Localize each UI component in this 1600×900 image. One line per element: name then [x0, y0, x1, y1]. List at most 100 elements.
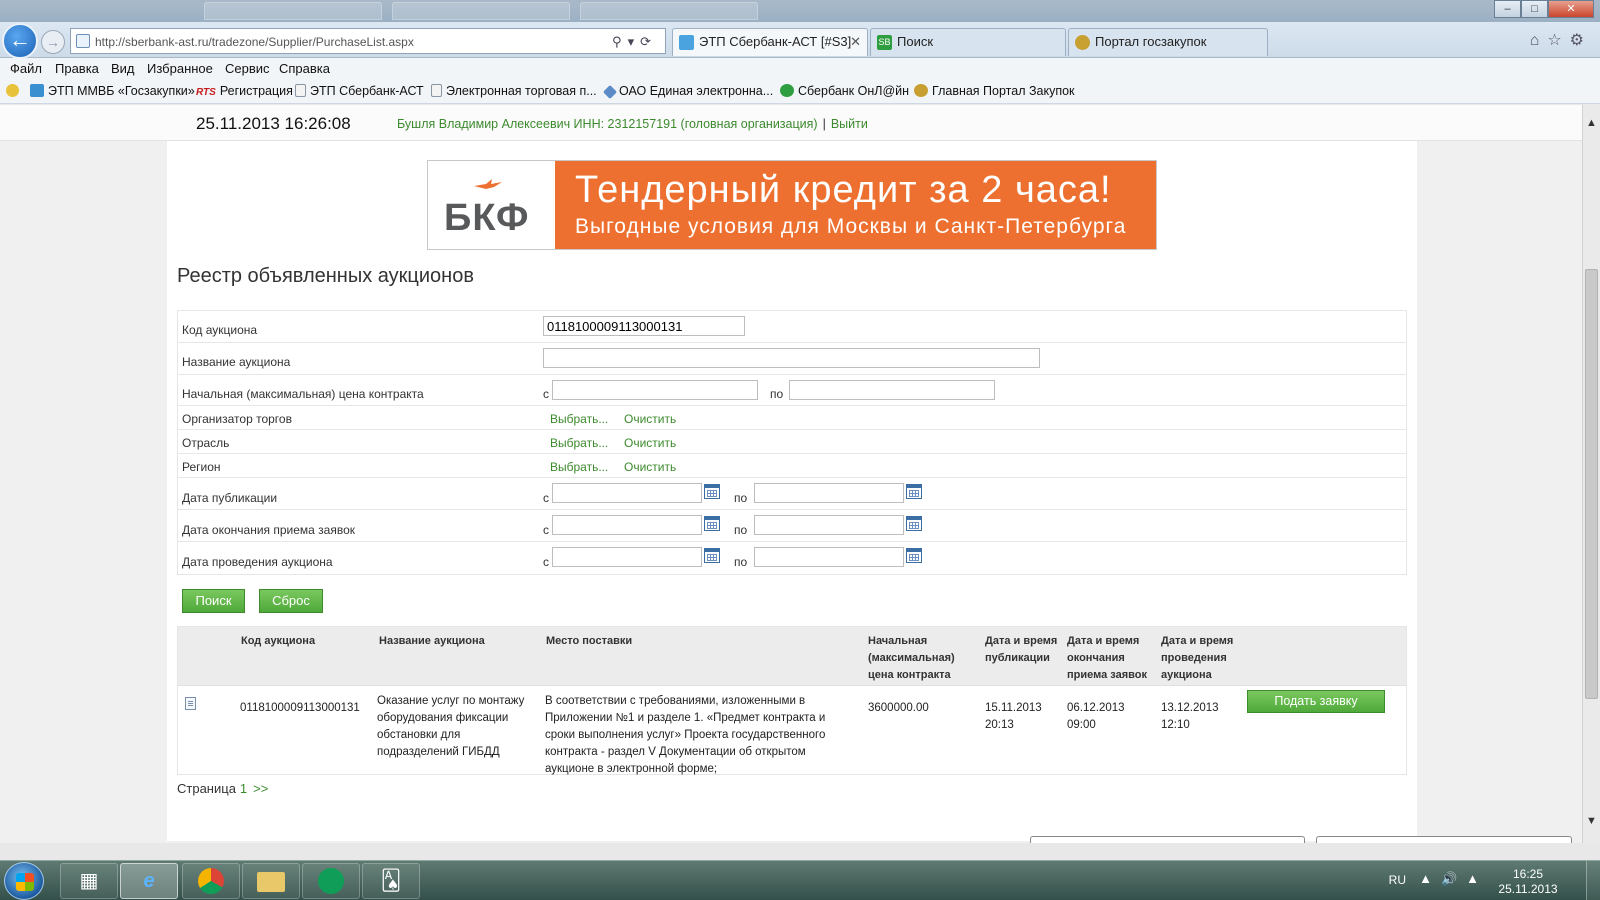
favorite-link[interactable]: Электронная торговая п... — [431, 84, 597, 98]
favorites-star-icon[interactable] — [6, 84, 23, 98]
col-header-pub: Дата и время публикации — [985, 635, 1058, 664]
calendar-icon[interactable] — [906, 516, 922, 531]
window-controls: – □ ✕ — [1494, 0, 1594, 18]
calendar-icon[interactable] — [704, 484, 720, 499]
price-to-input[interactable] — [789, 380, 995, 400]
menu-view[interactable]: Вид — [111, 61, 135, 76]
back-button[interactable]: ← — [2, 23, 38, 59]
from-label: с — [543, 555, 549, 569]
menu-file[interactable]: Файл — [10, 61, 42, 76]
taskbar-solitaire[interactable]: 🂡 — [362, 863, 420, 899]
organizer-select-link[interactable]: Выбрать... — [550, 412, 608, 426]
next-page-link[interactable]: >> — [253, 781, 268, 796]
pub-date-to-input[interactable] — [754, 483, 904, 503]
end-date-label: Дата окончания приема заявок — [182, 523, 355, 537]
forward-button[interactable]: → — [41, 30, 65, 54]
show-desktop-button[interactable] — [1586, 861, 1600, 900]
end-date-from-input[interactable] — [552, 515, 702, 535]
separator: | — [822, 117, 826, 131]
user-info: Бушля Владимир Алексеевич ИНН: 231215719… — [397, 117, 868, 131]
home-icon[interactable]: ⌂ — [1530, 32, 1548, 49]
taskbar-hangouts[interactable] — [302, 863, 360, 899]
calendar-icon[interactable] — [906, 484, 922, 499]
tray-icons[interactable]: ▲🔊▲ — [1419, 871, 1488, 887]
background-tab[interactable] — [580, 2, 758, 20]
end-date-to-input[interactable] — [754, 515, 904, 535]
favorite-link[interactable]: ОАО Единая электронна... — [602, 84, 773, 100]
taskbar-calculator[interactable]: ▦ — [60, 863, 118, 899]
pagination: Страница 1 >> — [177, 781, 268, 796]
page-scrollbar[interactable]: ▲ ▼ — [1582, 105, 1600, 843]
footer-block — [1316, 836, 1572, 843]
tab-close-icon[interactable]: ✕ — [850, 29, 861, 55]
calendar-icon[interactable] — [704, 516, 720, 531]
tab-label: Поиск — [897, 34, 934, 49]
scroll-up-icon[interactable]: ▲ — [1583, 117, 1600, 133]
search-button[interactable]: Поиск — [182, 589, 245, 613]
browser-title-bar: – □ ✕ — [0, 0, 1600, 22]
favorite-link[interactable]: Главная Портал Закупок — [914, 84, 1075, 98]
document-icon[interactable] — [185, 697, 196, 710]
favorite-link[interactable]: ЭТП ММВБ «Госзакупки» — [30, 84, 195, 98]
submit-application-button[interactable]: Подать заявку — [1247, 690, 1385, 713]
price-from-input[interactable] — [552, 380, 758, 400]
minimize-button[interactable]: – — [1494, 0, 1521, 18]
industry-select-link[interactable]: Выбрать... — [550, 436, 608, 450]
logout-link[interactable]: Выйти — [831, 117, 868, 131]
close-button[interactable]: ✕ — [1548, 0, 1594, 18]
taskbar-chrome[interactable] — [182, 863, 240, 899]
cell-end: 06.12.2013 09:00 — [1067, 700, 1147, 734]
background-tab[interactable] — [392, 2, 570, 20]
address-bar[interactable]: http://sberbank-ast.ru/tradezone/Supplie… — [70, 28, 666, 54]
reset-button[interactable]: Сброс — [259, 589, 323, 613]
start-button[interactable] — [4, 862, 44, 900]
calendar-icon[interactable] — [704, 548, 720, 563]
auction-name-input[interactable] — [543, 348, 1040, 368]
tab-search[interactable]: SB Поиск — [870, 28, 1066, 56]
gear-icon[interactable]: ⚙ — [1570, 32, 1592, 49]
favorite-link[interactable]: ЭТП Сбербанк-АСТ — [295, 84, 424, 98]
clock[interactable]: 16:25 25.11.2013 — [1496, 867, 1560, 897]
tab-sberbank-ast[interactable]: ЭТП Сбербанк-АСТ [#S3] ✕ — [672, 28, 868, 56]
page-1-link[interactable]: 1 — [240, 781, 247, 796]
menu-help[interactable]: Справка — [279, 61, 330, 76]
auction-code-input[interactable] — [543, 316, 745, 336]
ad-banner[interactable]: БКФ Тендерный кредит за 2 часа! Выгодные… — [427, 160, 1157, 250]
language-indicator[interactable]: RU — [1389, 873, 1406, 887]
menu-edit[interactable]: Правка — [55, 61, 99, 76]
scroll-down-icon[interactable]: ▼ — [1583, 815, 1600, 831]
cell-name: Оказание услуг по монтажу оборудования ф… — [377, 695, 525, 758]
favorite-link[interactable]: Сбербанк ОнЛ@йн — [780, 84, 909, 98]
auction-date-from-input[interactable] — [552, 547, 702, 567]
favorites-star-icon[interactable]: ☆ — [1547, 32, 1569, 49]
clock-date: 25.11.2013 — [1498, 882, 1558, 896]
auction-code-label: Код аукциона — [182, 323, 258, 337]
taskbar-explorer[interactable] — [242, 863, 300, 899]
address-url: http://sberbank-ast.ru/tradezone/Supplie… — [95, 35, 414, 49]
auction-date-to-input[interactable] — [754, 547, 904, 567]
menu-tools[interactable]: Сервис — [225, 61, 270, 76]
menu-favorites[interactable]: Избранное — [147, 61, 213, 76]
taskbar-internet-explorer[interactable]: e — [120, 863, 178, 899]
tab-goszakupki[interactable]: Портал госзакупок — [1068, 28, 1268, 56]
favorite-link[interactable]: RTS Регистрация — [196, 84, 293, 98]
windows-logo-icon — [16, 873, 34, 891]
organizer-clear-link[interactable]: Очистить — [624, 412, 676, 426]
calendar-icon[interactable] — [906, 548, 922, 563]
scroll-thumb[interactable] — [1585, 269, 1598, 699]
industry-clear-link[interactable]: Очистить — [624, 436, 676, 450]
search-refresh-icons[interactable]: ⚲▾⟳ — [612, 34, 657, 50]
background-tab[interactable] — [204, 2, 382, 20]
maximize-button[interactable]: □ — [1521, 0, 1548, 18]
region-clear-link[interactable]: Очистить — [624, 460, 676, 474]
pub-date-from-input[interactable] — [552, 483, 702, 503]
region-select-link[interactable]: Выбрать... — [550, 460, 608, 474]
col-header-place: Место поставки — [546, 635, 633, 647]
table-header: Код аукциона Название аукциона Место пос… — [178, 627, 1406, 686]
held-time: 12:10 — [1161, 719, 1190, 731]
page-icon — [295, 84, 306, 97]
search-filter-form: Код аукциона Название аукциона Начальная… — [177, 310, 1407, 575]
col-header-name: Название аукциона — [379, 635, 485, 647]
region-label: Регион — [182, 460, 221, 474]
navigation-bar: ← → http://sberbank-ast.ru/tradezone/Sup… — [0, 22, 1600, 59]
